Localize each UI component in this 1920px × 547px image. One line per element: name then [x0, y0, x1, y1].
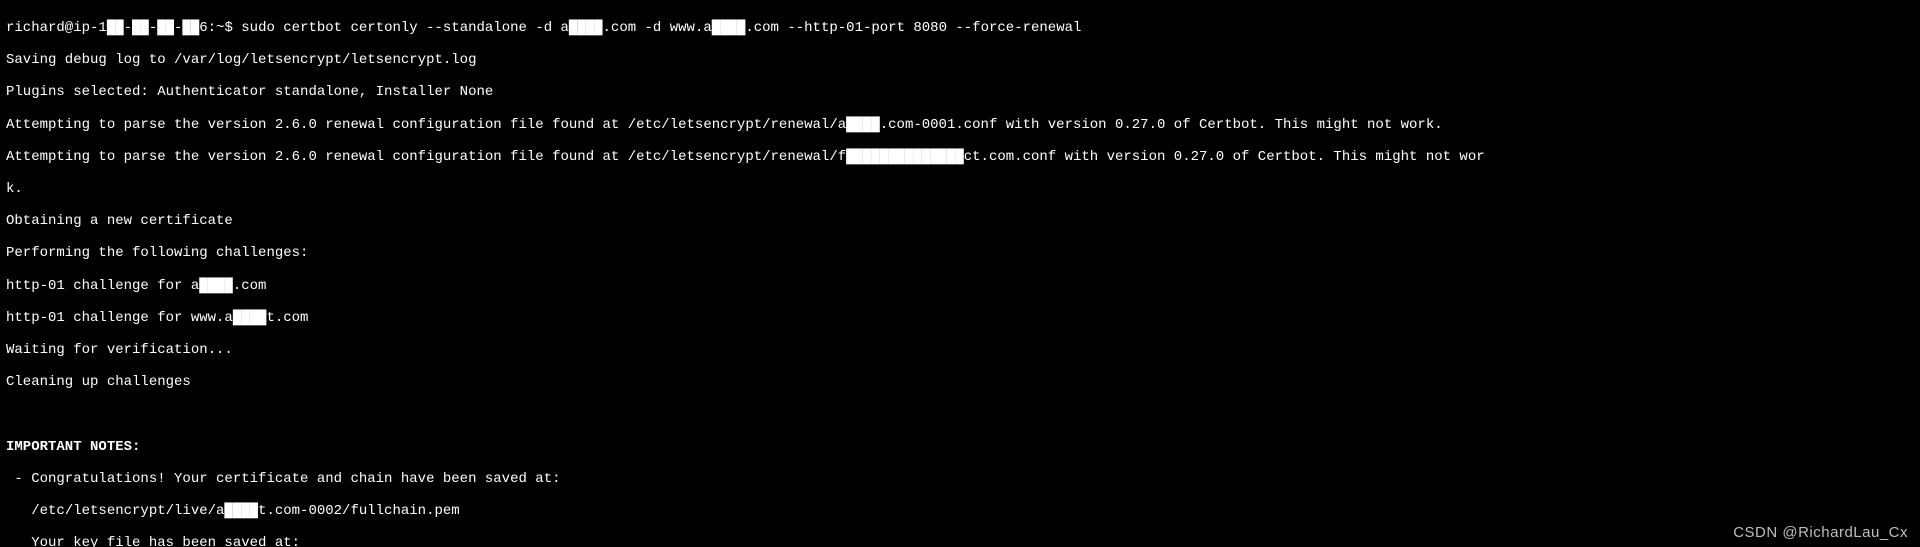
prompt-user-host: richard@ip-1██-██-██-██6:: [6, 20, 216, 36]
output-line: Obtaining a new certificate: [6, 213, 1914, 229]
output-line: /etc/letsencrypt/live/a████t.com-0002/fu…: [6, 503, 1914, 519]
output-line: Attempting to parse the version 2.6.0 re…: [6, 149, 1914, 165]
watermark-text: CSDN @RichardLau_Cx: [1733, 524, 1908, 541]
prompt-line-1: richard@ip-1██-██-██-██6:~$ sudo certbot…: [6, 20, 1914, 36]
output-line: k.: [6, 181, 1914, 197]
output-line: Saving debug log to /var/log/letsencrypt…: [6, 52, 1914, 68]
output-line: http-01 challenge for www.a████t.com: [6, 310, 1914, 326]
output-line-blank: [6, 406, 1914, 422]
terminal-output[interactable]: richard@ip-1██-██-██-██6:~$ sudo certbot…: [0, 0, 1920, 547]
output-line: Attempting to parse the version 2.6.0 re…: [6, 117, 1914, 133]
output-line: Plugins selected: Authenticator standalo…: [6, 84, 1914, 100]
output-line: - Congratulations! Your certificate and …: [6, 471, 1914, 487]
prompt-path: ~$: [216, 20, 241, 36]
output-line: Cleaning up challenges: [6, 374, 1914, 390]
output-line: Your key file has been saved at:: [6, 535, 1914, 547]
command-text: sudo certbot certonly --standalone -d a█…: [241, 20, 1081, 36]
output-line: Performing the following challenges:: [6, 245, 1914, 261]
important-notes-heading: IMPORTANT NOTES:: [6, 439, 1914, 455]
output-line: http-01 challenge for a████.com: [6, 278, 1914, 294]
output-line: Waiting for verification...: [6, 342, 1914, 358]
